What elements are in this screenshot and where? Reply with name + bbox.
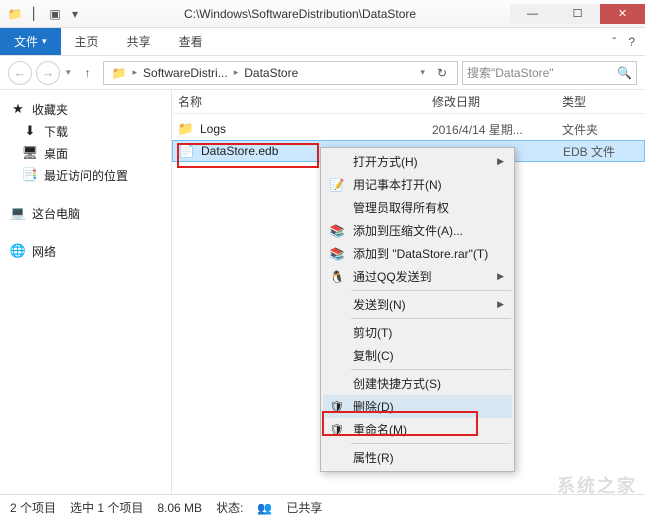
search-icon: 🔍 [617, 66, 632, 80]
qat-divider: ⎜ [26, 3, 44, 25]
close-button[interactable]: ✕ [600, 4, 645, 24]
submenu-arrow-icon: ▶ [497, 156, 512, 167]
sidebar-network[interactable]: 🌐网络 [4, 240, 167, 262]
qq-icon: 🐧 [329, 269, 345, 285]
help-icon[interactable]: ? [628, 35, 635, 49]
file-name: DataStore.edb [201, 144, 278, 158]
forward-button[interactable]: → [36, 61, 60, 85]
menu-separator [351, 369, 511, 370]
archive-icon: 📚 [329, 246, 345, 262]
menu-delete[interactable]: 🛡删除(D) [323, 395, 512, 418]
desktop-icon: 🖥 [22, 145, 38, 161]
back-button[interactable]: ← [8, 61, 32, 85]
favorites-icon: ★ [10, 101, 26, 117]
menu-separator [351, 318, 511, 319]
menu-notepad[interactable]: 📝用记事本打开(N) [323, 173, 512, 196]
menu-send-to[interactable]: 发送到(N)▶ [323, 293, 512, 316]
ribbon-expand-icon[interactable]: ˇ [612, 35, 616, 49]
status-state-label: 状态: [216, 499, 243, 516]
shared-icon: 👥 [257, 501, 272, 515]
refresh-icon[interactable]: ↻ [431, 66, 453, 80]
archive-icon: 📚 [329, 223, 345, 239]
menu-shortcut[interactable]: 创建快捷方式(S) [323, 372, 512, 395]
column-headers[interactable]: 名称 修改日期 类型 [172, 90, 645, 114]
sidebar-recent[interactable]: 📑最近访问的位置 [4, 164, 167, 186]
file-type: EDB 文件 [563, 143, 615, 160]
menu-open-with[interactable]: 打开方式(H)▶ [323, 150, 512, 173]
col-name[interactable]: 名称 [172, 93, 432, 110]
ribbon-tabs: 文件 主页 共享 查看 ˇ ? [0, 28, 645, 56]
col-type[interactable]: 类型 [562, 93, 645, 110]
notepad-icon: 📝 [329, 177, 345, 193]
sidebar: ★收藏夹 ⬇下载 🖥桌面 📑最近访问的位置 💻这台电脑 🌐网络 [0, 90, 172, 494]
menu-separator [351, 443, 511, 444]
status-shared: 已共享 [286, 499, 322, 516]
submenu-arrow-icon: ▶ [497, 271, 512, 282]
shield-icon: 🛡 [329, 422, 345, 438]
file-type: 文件夹 [562, 121, 598, 138]
history-dropdown-icon[interactable]: ▾ [64, 67, 73, 78]
file-name: Logs [200, 122, 226, 136]
sidebar-desktop[interactable]: 🖥桌面 [4, 142, 167, 164]
menu-add-archive[interactable]: 📚添加到压缩文件(A)... [323, 219, 512, 242]
menu-add-rar[interactable]: 📚添加到 "DataStore.rar"(T) [323, 242, 512, 265]
tab-view[interactable]: 查看 [165, 28, 217, 55]
menu-cut[interactable]: 剪切(T) [323, 321, 512, 344]
sidebar-favorites[interactable]: ★收藏夹 [4, 98, 167, 120]
breadcrumb-1[interactable]: SoftwareDistri... [139, 66, 232, 80]
search-placeholder: 搜索"DataStore" [467, 64, 554, 81]
shield-icon: 🛡 [329, 399, 345, 415]
menu-qq-send[interactable]: 🐧通过QQ发送到▶ [323, 265, 512, 288]
tab-home[interactable]: 主页 [61, 28, 113, 55]
menu-admin-own[interactable]: 管理员取得所有权 [323, 196, 512, 219]
breadcrumb-2[interactable]: DataStore [240, 66, 302, 80]
tab-share[interactable]: 共享 [113, 28, 165, 55]
status-selected: 选中 1 个项目 [70, 499, 143, 516]
menu-properties[interactable]: 属性(R) [323, 446, 512, 469]
downloads-icon: ⬇ [22, 123, 38, 139]
file-icon: 📄 [179, 143, 195, 159]
col-date[interactable]: 修改日期 [432, 93, 562, 110]
menu-copy[interactable]: 复制(C) [323, 344, 512, 367]
search-input[interactable]: 搜索"DataStore" 🔍 [462, 61, 637, 85]
file-date: 2016/4/14 星期... [432, 121, 562, 138]
qat-dropdown-icon[interactable]: ▾ [66, 3, 84, 25]
file-row[interactable]: 📁 Logs 2016/4/14 星期... 文件夹 [172, 118, 645, 140]
status-bar: 2 个项目 选中 1 个项目 8.06 MB 状态: 👥 已共享 [0, 494, 645, 520]
address-dropdown-icon[interactable]: ▾ [414, 67, 431, 78]
minimize-button[interactable]: — [510, 4, 555, 24]
recent-icon: 📑 [22, 167, 38, 183]
breadcrumb-sep: ▸ [130, 67, 139, 78]
sidebar-thispc[interactable]: 💻这台电脑 [4, 202, 167, 224]
menu-separator [351, 290, 511, 291]
nav-bar: ← → ▾ ↑ 📁 ▸ SoftwareDistri... ▸ DataStor… [0, 56, 645, 90]
folder-icon: 📁 [178, 121, 194, 137]
address-bar[interactable]: 📁 ▸ SoftwareDistri... ▸ DataStore ▾ ↻ [103, 61, 458, 85]
submenu-arrow-icon: ▶ [497, 299, 512, 310]
window-title: C:\Windows\SoftwareDistribution\DataStor… [90, 7, 510, 21]
maximize-button[interactable]: ☐ [555, 4, 600, 24]
up-button[interactable]: ↑ [77, 62, 99, 84]
pc-icon: 💻 [10, 205, 26, 221]
folder-icon: 📁 [6, 3, 24, 25]
context-menu: 打开方式(H)▶ 📝用记事本打开(N) 管理员取得所有权 📚添加到压缩文件(A)… [320, 147, 515, 472]
sidebar-downloads[interactable]: ⬇下载 [4, 120, 167, 142]
status-item-count: 2 个项目 [10, 499, 56, 516]
folder-icon: 📁 [108, 66, 131, 80]
title-bar: 📁 ⎜ ▣ ▾ C:\Windows\SoftwareDistribution\… [0, 0, 645, 28]
menu-rename[interactable]: 🛡重命名(M) [323, 418, 512, 441]
breadcrumb-sep: ▸ [232, 67, 241, 78]
tab-file[interactable]: 文件 [0, 28, 61, 55]
properties-icon[interactable]: ▣ [46, 3, 64, 25]
status-size: 8.06 MB [157, 501, 202, 515]
network-icon: 🌐 [10, 243, 26, 259]
